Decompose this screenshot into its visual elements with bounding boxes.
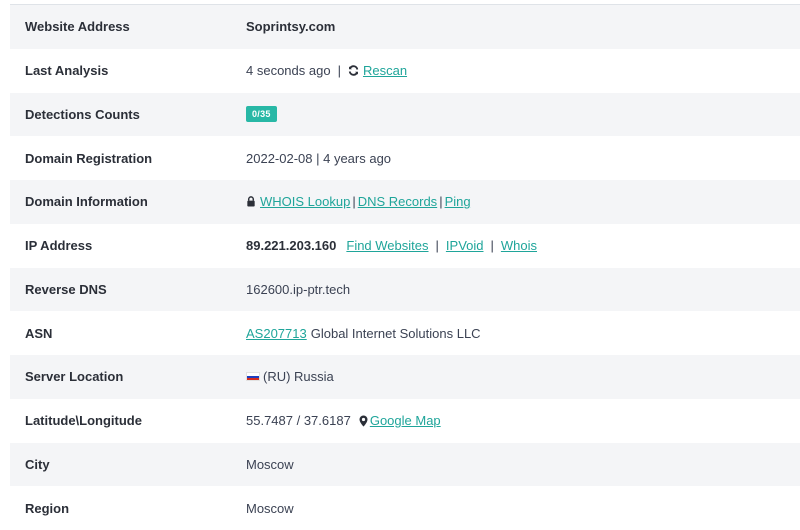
russia-flag-icon <box>246 372 260 382</box>
google-map-link[interactable]: Google Map <box>370 413 441 428</box>
ping-link[interactable]: Ping <box>445 194 471 209</box>
last-analysis-time: 4 seconds ago <box>246 63 331 79</box>
domain-information-value: WHOIS Lookup | DNS Records | Ping <box>231 194 800 209</box>
reverse-dns-value: 162600.ip-ptr.tech <box>246 281 351 297</box>
row-label: Reverse DNS <box>25 281 107 297</box>
whois-lookup-link[interactable]: WHOIS Lookup <box>260 194 350 209</box>
detections-value: 0/35 <box>231 106 800 123</box>
row-asn: ASN AS207713 Global Internet Solutions L… <box>10 311 800 355</box>
separator: | <box>352 194 356 210</box>
separator: | <box>439 194 443 210</box>
dns-records-link[interactable]: DNS Records <box>358 194 437 209</box>
row-city: City Moscow <box>10 442 800 487</box>
row-detections: Detections Counts 0/35 <box>10 92 800 137</box>
website-address-value: Soprintsy.com <box>246 19 336 35</box>
row-reverse-dns: Reverse DNS 162600.ip-ptr.tech <box>10 267 800 312</box>
find-websites-link[interactable]: Find Websites <box>346 238 428 253</box>
separator: | <box>490 238 494 254</box>
separator: | <box>435 238 439 254</box>
asn-value: AS207713 Global Internet Solutions LLC <box>231 326 800 341</box>
row-label: IP Address <box>25 238 93 254</box>
row-domain-registration: Domain Registration 2022-02-08 | 4 years… <box>10 136 800 180</box>
row-label: Region <box>25 500 70 516</box>
row-label: Domain Information <box>25 194 148 210</box>
ip-address: 89.221.203.160 <box>246 238 337 254</box>
row-last-analysis: Last Analysis 4 seconds ago | Rescan <box>10 48 800 93</box>
row-label: Detections Counts <box>25 106 140 122</box>
map-marker-icon <box>359 415 368 427</box>
server-location-value: (RU) Russia <box>231 369 800 384</box>
row-region: Region Moscow <box>10 486 800 530</box>
lat-long-value: 55.7487 / 37.6187 Google Map <box>231 413 800 428</box>
row-label: Domain Registration <box>25 150 153 166</box>
ip-address-value: 89.221.203.160 Find Websites | IPVoid | … <box>231 238 800 253</box>
asn-org: Global Internet Solutions LLC <box>310 325 481 341</box>
row-label: Server Location <box>25 369 124 385</box>
coordinates: 55.7487 / 37.6187 <box>246 413 351 429</box>
last-analysis-value: 4 seconds ago | Rescan <box>231 63 800 78</box>
refresh-icon[interactable] <box>348 65 359 76</box>
row-label: ASN <box>25 325 53 341</box>
separator: | <box>337 63 341 79</box>
lock-icon <box>246 196 256 207</box>
rescan-link[interactable]: Rescan <box>363 63 407 78</box>
row-website-address: Website Address Soprintsy.com <box>10 5 800 49</box>
row-ip-address: IP Address 89.221.203.160 Find Websites … <box>10 223 800 268</box>
row-label: Last Analysis <box>25 63 109 79</box>
row-domain-information: Domain Information WHOIS Lookup | DNS Re… <box>10 180 800 224</box>
row-lat-long: Latitude\Longitude 55.7487 / 37.6187 Goo… <box>10 398 800 443</box>
detections-badge: 0/35 <box>246 106 277 123</box>
ipvoid-link[interactable]: IPVoid <box>446 238 484 253</box>
row-label: City <box>25 456 50 472</box>
asn-link[interactable]: AS207713 <box>246 326 307 341</box>
row-label: Latitude\Longitude <box>25 413 142 429</box>
city-value: Moscow <box>246 456 294 472</box>
domain-registration-value: 2022-02-08 | 4 years ago <box>246 150 392 166</box>
row-server-location: Server Location (RU) Russia <box>10 355 800 399</box>
row-label: Website Address <box>25 19 130 35</box>
country-name: (RU) Russia <box>263 369 334 385</box>
region-value: Moscow <box>246 500 294 516</box>
analysis-table: Website Address Soprintsy.com Last Analy… <box>10 4 800 530</box>
whois-link[interactable]: Whois <box>501 238 537 253</box>
